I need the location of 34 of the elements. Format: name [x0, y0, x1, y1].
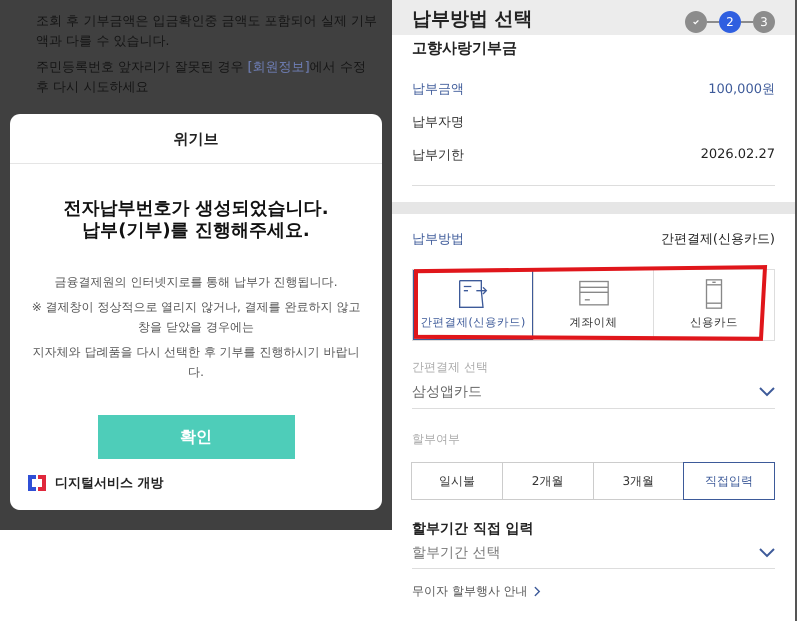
- dialog-title: 위기브: [10, 114, 382, 164]
- field-label: 간편결제 선택: [412, 359, 489, 376]
- installment-option[interactable]: 일시불: [411, 462, 503, 500]
- installment-option[interactable]: 직접입력: [683, 462, 775, 500]
- summary-value: 100,000원: [708, 80, 775, 98]
- summary-label: 납부자명: [412, 114, 464, 130]
- dialog-heading: 전자납부번호가 생성되었습니다.: [63, 198, 329, 220]
- section-title: 고향사랑기부금: [412, 39, 518, 58]
- dialog-message: 금융결제원의 인터넷지로를 통해 납부가 진행됩니다.: [53, 274, 339, 291]
- brand-name: 디지털서비스 개방: [55, 475, 164, 492]
- chevron-down-icon: [759, 548, 775, 558]
- installment-period-select[interactable]: 할부기간 선택: [412, 538, 775, 569]
- chevron-right-icon: [534, 586, 541, 597]
- field-label: 할부여부: [412, 431, 461, 448]
- interest-free-link[interactable]: 무이자 할부행사 안내: [412, 583, 541, 600]
- section-title: 할부기간 직접 입력: [412, 520, 535, 538]
- summary-label: 납부기한: [412, 146, 464, 164]
- dialog-message: 지자체와 답례품을 다시 선택한 후 기부를 진행하시기 바랍니다.: [32, 344, 360, 381]
- page-title: 납부방법 선택: [412, 9, 533, 29]
- chevron-down-icon: [759, 387, 775, 397]
- brand-logo-icon: [27, 473, 47, 493]
- payment-method-value: 간편결제(신용카드): [660, 230, 775, 248]
- summary-label: 납부금액: [412, 80, 464, 98]
- payment-method-label: 납부방법: [412, 230, 464, 248]
- bank-card-icon: [576, 278, 610, 308]
- summary-value: 2026.02.27: [700, 147, 775, 162]
- dialog-message: ※ 결제창이 정상적으로 열리지 않거나, 결제를 완료하지 않고 창을 닫았을 경우에는: [31, 299, 361, 336]
- step-number: 2: [719, 11, 741, 33]
- check-icon: [692, 18, 700, 26]
- easy-pay-select[interactable]: 삼성앱카드: [412, 376, 775, 409]
- installment-option[interactable]: 2개월: [502, 462, 594, 500]
- dialog-heading: 납부(기부)를 진행해주세요.: [81, 220, 311, 242]
- step-number: 3: [753, 11, 775, 33]
- installment-option[interactable]: 3개월: [592, 462, 684, 500]
